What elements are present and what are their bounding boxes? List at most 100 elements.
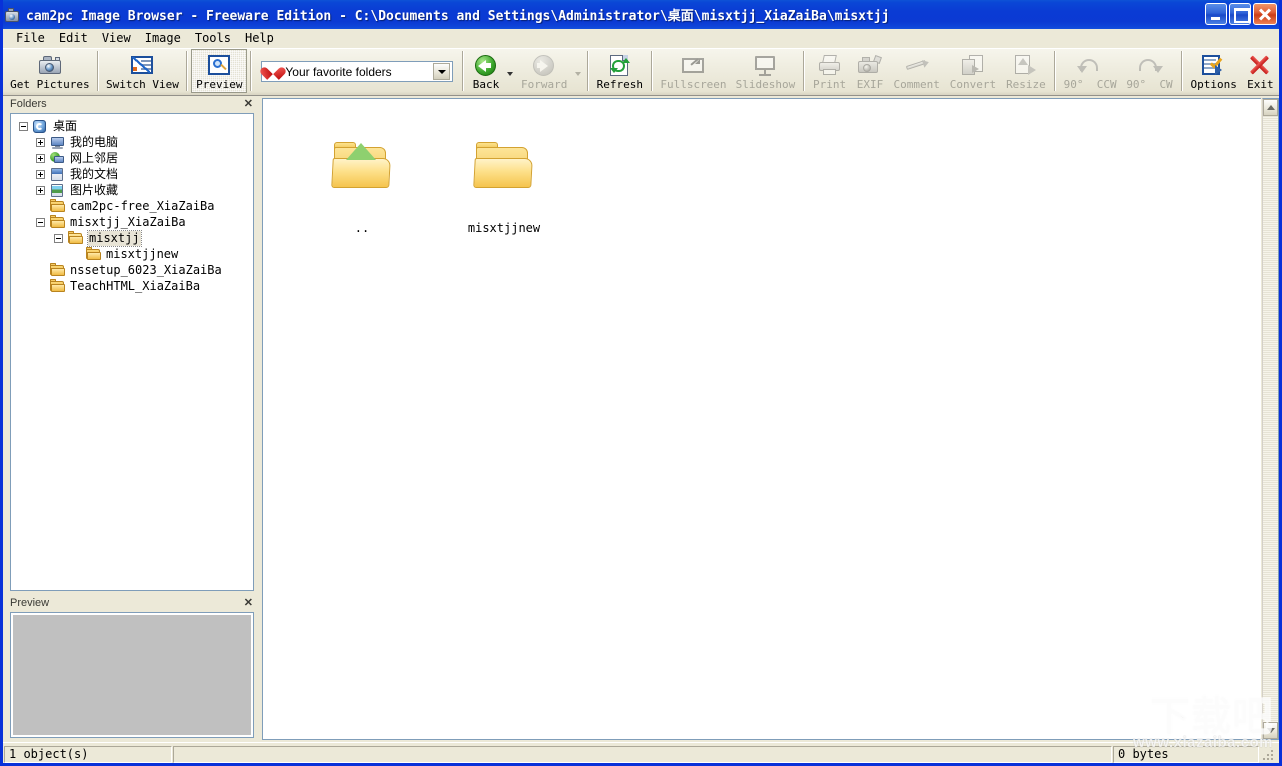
toolbar-separator (96, 51, 99, 91)
back-button[interactable]: Back (467, 49, 504, 93)
menu-item-edit[interactable]: Edit (53, 30, 96, 46)
resize-button[interactable]: Resize (1001, 49, 1051, 93)
folder-icon (49, 262, 66, 278)
rotate-cw-button[interactable]: 90° CW (1121, 49, 1177, 93)
scroll-down-icon[interactable] (1263, 722, 1278, 739)
comment-button[interactable]: Comment (889, 49, 945, 93)
fullscreen-button[interactable]: Fullscreen (656, 49, 731, 93)
preview-label: Preview (196, 78, 243, 91)
scrollbar-track[interactable] (1263, 116, 1278, 722)
tree-item-misxtjjnew[interactable]: misxtjjnew (15, 246, 253, 262)
menu-item-image[interactable]: Image (139, 30, 189, 46)
close-button[interactable] (1253, 3, 1277, 25)
folder-icon (85, 246, 102, 262)
forward-label: Forward (520, 78, 568, 91)
switch-view-label: Switch View (106, 78, 179, 91)
thumb-item-parent[interactable]: .. (291, 119, 433, 269)
menu-bar: File Edit View Image Tools Help (3, 29, 1279, 47)
toolbar-separator (586, 51, 589, 91)
window-controls (1205, 3, 1277, 25)
back-history-dropdown[interactable] (505, 49, 516, 93)
slideshow-button[interactable]: Slideshow (731, 49, 800, 93)
tree-label: misxtjj (87, 229, 142, 247)
tree-item-desktop[interactable]: 桌面 (15, 118, 253, 134)
maximize-button[interactable] (1229, 3, 1251, 25)
tree-item-teachhtml[interactable]: TeachHTML_XiaZaiBa (15, 278, 253, 294)
tree-item-my-computer[interactable]: 我的电脑 (15, 134, 253, 150)
tree-item-misxtjj[interactable]: misxtjj (15, 229, 253, 247)
status-object-count: 1 object(s) (4, 745, 172, 763)
preview-surface[interactable] (10, 612, 254, 738)
refresh-icon (607, 53, 633, 77)
expander-plus-icon[interactable] (36, 169, 45, 179)
expander-plus-icon[interactable] (36, 185, 45, 195)
folder-open-icon (67, 230, 84, 246)
slideshow-label: Slideshow (735, 78, 796, 91)
get-pictures-button[interactable]: Get Pictures (6, 49, 94, 93)
menu-item-file[interactable]: File (10, 30, 53, 46)
switch-view-button[interactable]: Switch View (102, 49, 183, 93)
tree-label: misxtjj_XiaZaiBa (70, 214, 186, 229)
menu-item-help[interactable]: Help (239, 30, 282, 46)
forward-button[interactable]: Forward (516, 49, 572, 93)
rotate-cw-icon (1136, 53, 1164, 77)
toolbar: Get Pictures Switch View Preview Your fa… (3, 48, 1279, 96)
menu-item-tools[interactable]: Tools (189, 30, 239, 46)
switch-view-icon (129, 53, 155, 77)
application-window: cam2pc Image Browser - Freeware Edition … (0, 0, 1282, 766)
thumb-label: .. (354, 221, 370, 235)
options-button[interactable]: Options (1186, 49, 1242, 93)
expander-minus-icon[interactable] (36, 217, 45, 227)
expander-minus-icon[interactable] (19, 121, 28, 131)
my-documents-icon (49, 167, 66, 182)
folder-icon (49, 278, 66, 294)
preview-toggle-button[interactable]: Preview (191, 49, 248, 93)
tree-item-cam2pc-free[interactable]: cam2pc-free_XiaZaiBa (15, 198, 253, 214)
refresh-button[interactable]: Refresh (592, 49, 648, 93)
title-bar[interactable]: cam2pc Image Browser - Freeware Edition … (3, 0, 1279, 29)
tree-label: 我的电脑 (70, 134, 119, 149)
thumb-item-folder[interactable]: misxtjjnew (433, 119, 575, 269)
vertical-scrollbar[interactable] (1262, 98, 1279, 740)
close-icon[interactable]: ✕ (242, 99, 255, 110)
print-button[interactable]: Print (808, 49, 852, 93)
refresh-label: Refresh (596, 78, 643, 91)
folders-tree-panel[interactable]: 桌面 我的电脑 网上邻居 我的文档 图片收藏 cam2pc-free_XiaZa… (10, 113, 254, 591)
my-pictures-icon (49, 183, 66, 198)
minimize-button[interactable] (1205, 3, 1227, 25)
chevron-down-icon[interactable] (433, 63, 451, 80)
folders-panel-title: Folders (10, 98, 47, 110)
resize-icon (1013, 53, 1039, 77)
close-icon[interactable]: ✕ (242, 598, 255, 609)
toolbar-separator (250, 51, 253, 91)
scroll-up-icon[interactable] (1263, 99, 1278, 116)
convert-icon (960, 53, 986, 77)
resize-grip-icon[interactable] (1261, 746, 1277, 762)
rotate-cw-label: 90° CW (1126, 78, 1173, 91)
tree-item-my-pictures[interactable]: 图片收藏 (15, 182, 253, 198)
expander-plus-icon[interactable] (36, 137, 45, 147)
favorite-folders-value: Your favorite folders (285, 64, 392, 79)
preview-panel-title: Preview (10, 597, 50, 609)
left-pane: Folders ✕ 桌面 我的电脑 网上邻居 我的文档 图片收藏 cam2pc-… (3, 97, 259, 742)
tree-item-misxtjj-xiazaiba[interactable]: misxtjj_XiaZaiBa (15, 214, 253, 230)
exit-button[interactable]: Exit (1242, 49, 1279, 93)
exif-button[interactable]: EXIF (851, 49, 888, 93)
favorite-folders-combo[interactable]: Your favorite folders (261, 61, 454, 82)
camera-icon (37, 53, 63, 77)
expander-plus-icon[interactable] (36, 153, 45, 163)
preview-image-area (13, 615, 251, 735)
menu-item-view[interactable]: View (96, 30, 139, 46)
tree-item-network-places[interactable]: 网上邻居 (15, 150, 253, 166)
folder-up-icon (330, 139, 394, 197)
tree-item-nssetup[interactable]: nssetup_6023_XiaZaiBa (15, 262, 253, 278)
tree-item-my-documents[interactable]: 我的文档 (15, 166, 253, 182)
expander-minus-icon[interactable] (54, 233, 63, 243)
tree-label: 网上邻居 (70, 150, 119, 165)
thumbnail-view[interactable]: .. misxtjjnew (262, 98, 1261, 740)
forward-history-dropdown[interactable] (572, 49, 583, 93)
convert-button[interactable]: Convert (945, 49, 1001, 93)
rotate-ccw-button[interactable]: 90° CCW (1059, 49, 1122, 93)
get-pictures-label: Get Pictures (10, 78, 90, 91)
window-title: cam2pc Image Browser - Freeware Edition … (26, 9, 890, 24)
